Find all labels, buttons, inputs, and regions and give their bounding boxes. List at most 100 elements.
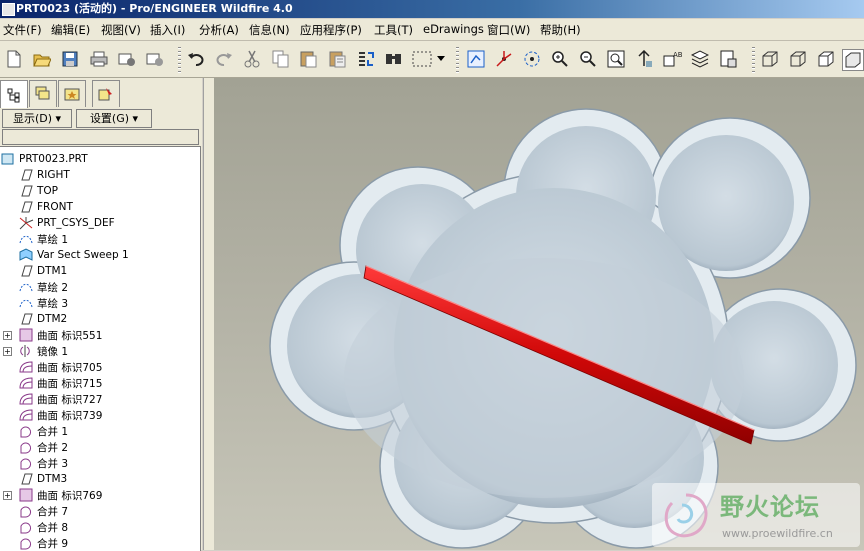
toolbar-grip[interactable] [456,47,459,73]
tree-node[interactable]: 曲面 标识715 [18,375,102,391]
copy-icon[interactable] [271,49,291,69]
sketch-icon [18,296,34,310]
settings-button[interactable]: 设置(G) ▾ [76,109,152,128]
open-folder-icon[interactable] [32,49,52,69]
tree-node-label: PRT_CSYS_DEF [37,217,115,229]
menu-edrawings[interactable]: eDrawings [423,22,484,36]
tree-node[interactable]: 合并 3 [18,455,68,471]
send-mail-icon[interactable] [145,49,165,69]
refit-icon[interactable] [606,49,626,69]
regenerate-icon[interactable] [356,49,376,69]
zoom-in-icon[interactable] [550,49,570,69]
redo-icon[interactable] [214,49,234,69]
tree-node[interactable]: 曲面 标识705 [18,359,102,375]
datum-plane-icon [18,200,34,214]
datum-plane-icon [18,312,34,326]
datum-plane-icon [18,472,34,486]
tree-node[interactable]: PRT0023.PRT [0,151,88,167]
tree-node[interactable]: 合并 2 [18,439,68,455]
model-tree-tab[interactable] [0,80,28,108]
show-button[interactable]: 显示(D) ▾ [2,109,72,128]
expand-toggle-icon[interactable]: + [3,491,12,500]
paste-icon[interactable] [299,49,319,69]
menu-file[interactable]: 文件(F) [3,22,42,38]
menu-insert[interactable]: 插入(I) [150,22,185,38]
model-view[interactable] [214,78,864,550]
tree-filter-bar[interactable] [2,129,199,145]
tree-node[interactable]: 草绘 1 [18,231,68,247]
tree-node-label: 合并 2 [37,441,69,454]
spin-center-icon[interactable] [494,49,514,69]
menu-edit[interactable]: 编辑(E) [51,22,90,38]
tree-node[interactable]: TOP [18,183,58,199]
send-mail-icon[interactable] [117,49,137,69]
merge-icon [18,536,34,550]
menu-help[interactable]: 帮助(H) [540,22,581,38]
layer-tree-tab[interactable] [29,80,57,107]
title-bar: PRT0023 (活动的) - Pro/ENGINEER Wildfire 4.… [0,0,864,18]
watermark: 野火论坛 www.proewildfire.cn [652,483,860,547]
undo-icon[interactable] [186,49,206,69]
graphics-viewport[interactable]: 野火论坛 www.proewildfire.cn [214,78,864,550]
tree-node[interactable]: PRT_CSYS_DEF [18,215,115,231]
toolbar-grip[interactable] [752,47,755,73]
new-file-icon[interactable] [4,49,24,69]
find-icon[interactable] [384,49,404,69]
tree-node[interactable]: 草绘 3 [18,295,68,311]
tree-node[interactable]: 合并 9 [18,535,68,551]
watermark-url: www.proewildfire.cn [722,527,833,540]
tree-node[interactable]: 草绘 2 [18,279,68,295]
tree-node-label: 曲面 标识715 [37,377,103,390]
connections-tab[interactable] [92,80,120,107]
tree-node[interactable]: RIGHT [18,167,70,183]
menu-bar: 文件(F) 编辑(E) 视图(V) 插入(I) 分析(A) 信息(N) 应用程序… [0,19,864,41]
select-box-icon[interactable] [409,49,435,69]
no-hidden-icon[interactable] [816,49,836,69]
menu-view[interactable]: 视图(V) [101,22,141,38]
tree-node-label: Var Sect Sweep 1 [37,249,129,261]
hidden-line-icon[interactable] [788,49,808,69]
reorient-icon[interactable] [634,49,654,69]
toolbar-grip[interactable] [178,47,181,73]
orient-mode-icon[interactable] [522,49,542,69]
tree-node[interactable]: 曲面 标识739 [18,407,102,423]
wireframe-icon[interactable] [760,49,780,69]
tree-node[interactable]: DTM1 [18,263,67,279]
print-icon[interactable] [89,49,109,69]
csys-icon [18,216,34,230]
menu-window[interactable]: 窗口(W) [487,22,530,38]
repaint-icon[interactable] [466,49,486,69]
datum-plane-icon [18,168,34,182]
tree-node[interactable]: Var Sect Sweep 1 [18,247,129,263]
tree-node[interactable]: 镜像 1 [18,343,68,359]
tree-node[interactable]: DTM2 [18,311,67,327]
datum-plane-icon [18,264,34,278]
tree-node[interactable]: FRONT [18,199,73,215]
zoom-out-icon[interactable] [578,49,598,69]
tree-node-label: 曲面 标识727 [37,393,103,406]
tree-node[interactable]: 曲面 标识551 [18,327,102,343]
tree-node[interactable]: 合并 8 [18,519,68,535]
dropdown-arrow-icon[interactable] [435,49,447,69]
view-manager-icon[interactable] [718,49,738,69]
cut-icon[interactable] [242,49,262,69]
favorites-tab[interactable] [58,80,86,107]
save-icon[interactable] [60,49,80,69]
menu-tools[interactable]: 工具(T) [374,22,413,38]
expand-toggle-icon[interactable]: + [3,331,12,340]
layers-icon[interactable] [690,49,710,69]
tree-node[interactable]: 曲面 标识769 [18,487,102,503]
expand-toggle-icon[interactable]: + [3,347,12,356]
merge-icon [18,456,34,470]
paste-special-icon[interactable] [328,49,348,69]
menu-applications[interactable]: 应用程序(P) [300,22,362,38]
tree-node[interactable]: 曲面 标识727 [18,391,102,407]
shading-icon[interactable] [842,49,864,71]
menu-analysis[interactable]: 分析(A) [199,22,239,38]
tree-node[interactable]: 合并 1 [18,423,68,439]
menu-info[interactable]: 信息(N) [249,22,290,38]
tree-node[interactable]: DTM3 [18,471,67,487]
tree-node[interactable]: 合并 7 [18,503,68,519]
saved-views-icon[interactable]: AB [662,49,682,69]
tree-node-label: 曲面 标识705 [37,361,103,374]
